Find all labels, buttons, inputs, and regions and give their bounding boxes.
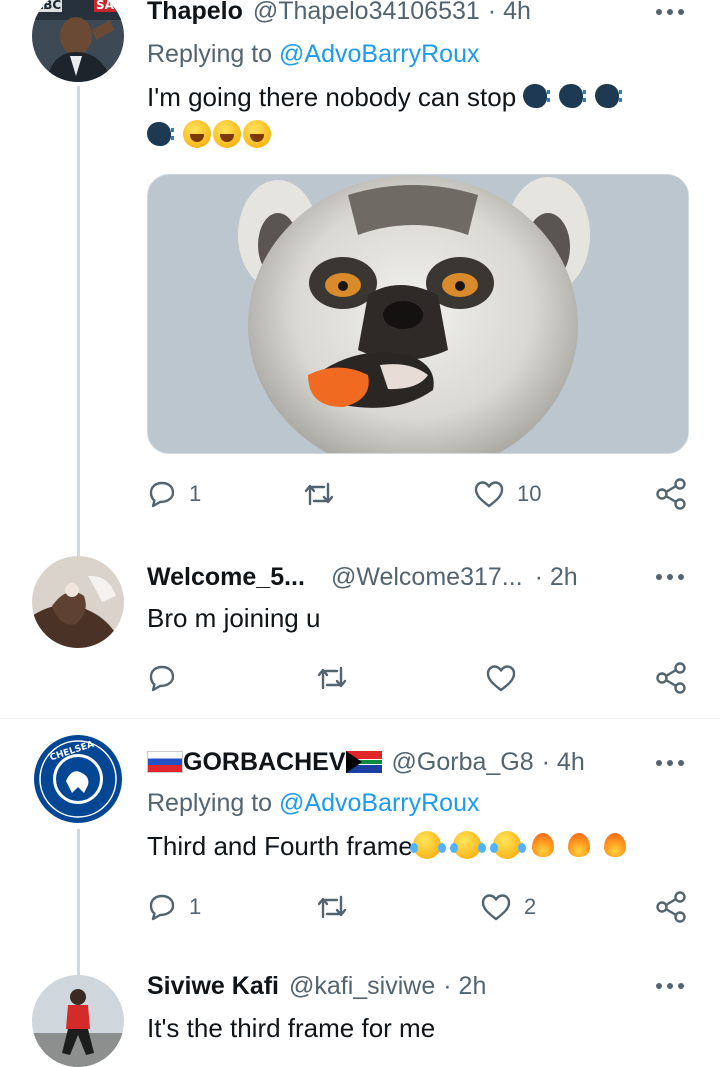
more-icon[interactable]	[656, 9, 686, 17]
retweet-icon	[317, 895, 347, 919]
avatar-thapelo[interactable]: ABC SAB	[32, 0, 124, 82]
retweet-button[interactable]	[315, 658, 361, 698]
speaking-head-emoji	[595, 82, 629, 110]
tweet-text-content: Bro m joining u	[147, 603, 321, 633]
tweet-thapelo[interactable]: ABC SAB Thapelo @Thapelo34106531 · 4h Re…	[0, 0, 720, 560]
mention-link[interactable]: @AdvoBarryRoux	[279, 40, 479, 68]
tweet-header: GORBACHEV @Gorba_G8 · 4h	[147, 745, 690, 779]
display-name[interactable]: Thapelo	[147, 0, 243, 26]
reply-button[interactable]: 1	[147, 474, 201, 514]
reply-count: 1	[189, 481, 202, 506]
share-icon	[656, 662, 686, 694]
tweet-text: Third and Fourth frame	[147, 827, 680, 865]
share-icon	[656, 891, 686, 923]
retweet-button[interactable]	[315, 887, 361, 927]
reply-icon	[149, 481, 175, 508]
tweet-text: I'm going there nobody can stop	[147, 78, 680, 154]
south-africa-flag-icon	[345, 751, 382, 773]
reply-icon	[149, 894, 175, 921]
user-handle[interactable]: @Welcome317...	[331, 563, 523, 592]
joy-emoji	[409, 831, 441, 859]
tweet-text-content: Third and Fourth frame	[147, 831, 413, 861]
tweet-text: Bro m joining u	[147, 599, 680, 637]
share-icon	[656, 478, 686, 510]
user-handle[interactable]: @Thapelo34106531	[253, 0, 480, 26]
replying-to-label: Replying to	[147, 40, 273, 68]
rofl-emoji	[243, 120, 271, 148]
heart-icon	[474, 481, 504, 508]
rofl-emoji	[213, 120, 241, 148]
fire-emoji	[565, 831, 593, 859]
share-button[interactable]	[654, 474, 688, 514]
user-handle[interactable]: @kafi_siviwe	[289, 972, 435, 1001]
more-icon[interactable]	[656, 574, 686, 582]
like-count: 10	[517, 481, 542, 506]
reply-icon	[149, 665, 175, 692]
retweet-icon	[317, 666, 347, 690]
reply-count: 1	[189, 894, 202, 919]
like-button[interactable]: 2	[480, 887, 536, 927]
tweet-welcome[interactable]: Welcome_5... @Welcome317... · 2h Bro m j…	[0, 540, 720, 718]
tweet-header: Siviwe Kafi @kafi_siviwe · 2h	[147, 969, 690, 1003]
fire-emoji	[529, 831, 557, 859]
like-button[interactable]	[485, 658, 529, 698]
avatar-welcome[interactable]	[32, 556, 124, 648]
speaking-head-emoji	[147, 120, 181, 148]
avatar-siviwe[interactable]	[32, 975, 124, 1067]
replying-to: Replying to @AdvoBarryRoux	[147, 789, 479, 818]
tweet-actions: 1 2	[147, 887, 692, 927]
heart-icon	[481, 894, 511, 921]
tweet-header: Thapelo @Thapelo34106531 · 4h	[147, 0, 690, 28]
timestamp[interactable]: · 4h	[488, 0, 531, 26]
lemur-photo	[148, 175, 688, 453]
russia-flag-icon	[147, 751, 183, 773]
reply-button[interactable]: 1	[147, 887, 201, 927]
replying-to-label: Replying to	[147, 789, 273, 817]
like-button[interactable]: 10	[473, 474, 541, 514]
tweet-text: It's the third frame for me	[147, 1009, 680, 1047]
tweet-header: Welcome_5... @Welcome317... · 2h	[147, 560, 690, 594]
display-name[interactable]: Siviwe Kafi	[147, 972, 279, 1001]
thread-line	[77, 86, 80, 560]
retweet-icon	[304, 482, 334, 506]
replying-to: Replying to @AdvoBarryRoux	[147, 40, 479, 69]
tweet-gorbachev[interactable]: CHELSEA GORBACHEV @Gorba_G8 · 4h Replyin…	[0, 719, 720, 989]
like-count: 2	[524, 894, 537, 919]
reply-button[interactable]	[147, 658, 189, 698]
timestamp[interactable]: · 2h	[443, 972, 486, 1001]
speaking-head-emoji	[523, 82, 557, 110]
tweet-media-lemur-photo[interactable]	[147, 174, 689, 454]
display-name[interactable]: GORBACHEV	[183, 748, 346, 777]
avatar-badge-abc: ABC	[34, 0, 61, 12]
avatar-gorbachev[interactable]: CHELSEA	[32, 733, 124, 825]
speaking-head-emoji	[559, 82, 593, 110]
more-icon[interactable]	[656, 760, 686, 768]
avatar-badge-sab: SAB	[96, 0, 123, 12]
timestamp[interactable]: · 2h	[535, 563, 578, 592]
share-button[interactable]	[654, 887, 688, 927]
retweet-button[interactable]	[302, 474, 348, 514]
joy-emoji	[449, 831, 481, 859]
timestamp[interactable]: · 4h	[542, 748, 585, 777]
tweet-actions: 1 10	[147, 474, 692, 514]
tweet-siviwe[interactable]: Siviwe Kafi @kafi_siviwe · 2h It's the t…	[0, 959, 720, 1067]
user-handle[interactable]: @Gorba_G8	[392, 748, 534, 777]
tweet-text-content: It's the third frame for me	[147, 1013, 436, 1043]
mention-link[interactable]: @AdvoBarryRoux	[279, 789, 479, 817]
more-icon[interactable]	[656, 983, 686, 991]
display-name[interactable]: Welcome_5...	[147, 563, 305, 592]
fire-emoji	[601, 831, 629, 859]
joy-emoji	[489, 831, 521, 859]
tweet-actions	[147, 658, 692, 698]
tweet-text-content: I'm going there nobody can stop	[147, 82, 517, 112]
heart-icon	[486, 665, 516, 692]
rofl-emoji	[183, 120, 211, 148]
share-button[interactable]	[654, 658, 688, 698]
